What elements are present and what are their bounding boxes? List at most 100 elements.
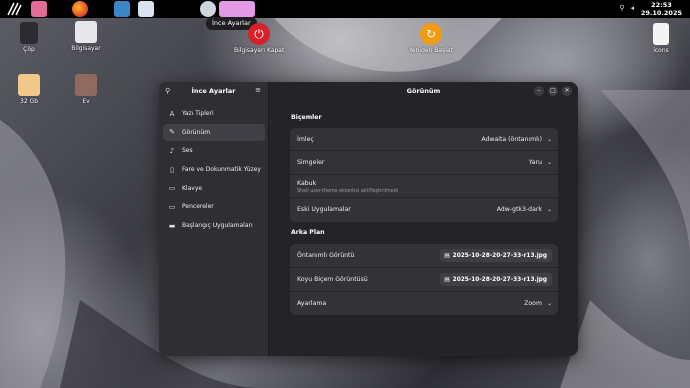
legacy-apps-dropdown[interactable]: Adw-gtk3-dark <box>497 206 542 213</box>
shell-row: Kabuk Shell user-theme eklentisi aktifle… <box>290 175 558 198</box>
system-tray[interactable]: ⚲ ◂ <box>619 4 634 12</box>
sidebar-item-label: Fare ve Dokunmatik Yüzey <box>182 166 261 174</box>
sidebar-item-label: Yazı Tipleri <box>182 110 214 117</box>
desktop-icon-shutdown[interactable]: ⏻ Bilgisayarı Kapat <box>234 23 284 54</box>
sidebar-item-windows[interactable]: ▭ Pencereler <box>163 198 265 215</box>
adjustment-row[interactable]: Ayarlama Zoom ⌄ <box>290 292 558 315</box>
trash-icon <box>20 22 38 44</box>
image-file-icon: ▤ <box>444 276 450 283</box>
tweaks-app-icon[interactable] <box>219 1 255 17</box>
clock[interactable]: 22:53 29.10.2025 <box>641 1 682 17</box>
image-file-icon: ▤ <box>444 252 450 259</box>
close-button[interactable]: ✕ <box>562 86 572 96</box>
mouse-icon: ▯ <box>170 165 174 174</box>
section-title-styles: Biçemler <box>291 114 322 121</box>
sidebar-item-sound[interactable]: ♪ Ses <box>163 142 265 159</box>
dark-image-row: Koyu Biçem Görüntüsü ▤ 2025-10-28-20-27-… <box>290 268 558 292</box>
page-title: Görünüm <box>406 87 441 95</box>
file-name: 2025-10-28-20-27-33-r13.jpg <box>452 276 547 283</box>
sidebar-item-appearance[interactable]: ✎ Görünüm <box>163 123 265 141</box>
sidebar-item-label: Başlangıç Uygulamaları <box>182 222 253 230</box>
clock-date: 29.10.2025 <box>640 9 682 17</box>
sidebar-item-label: Klavye <box>182 184 203 192</box>
home-folder-icon <box>75 74 97 96</box>
icons-row[interactable]: Simgeler Yaru ⌄ <box>290 151 558 175</box>
icons-dropdown[interactable]: Yaru <box>529 159 542 166</box>
row-label: Ayarlama <box>297 300 327 307</box>
maximize-button[interactable]: □ <box>548 86 558 96</box>
sidebar-item-label: Görünüm <box>182 128 211 136</box>
desktop-icon-label: Bilgisayarı Kapat <box>234 47 285 54</box>
desktop-icon-label: 32 Gb <box>20 98 38 105</box>
desktop-icon-label: Ev <box>82 98 90 105</box>
row-label: İmleç <box>297 136 314 143</box>
monitor-icon: ▭ <box>168 202 176 211</box>
row-subtitle: Shell user-theme eklentisi aktifleştiril… <box>297 189 399 194</box>
styles-group: İmleç Adwaita (öntanımlı) ⌄ Simgeler Yar… <box>290 128 558 222</box>
row-label: Eski Uygulamalar <box>297 206 351 213</box>
brush-icon: ✎ <box>169 128 175 137</box>
music-note-icon: ♪ <box>169 146 175 155</box>
tweaks-window: ⚲ İnce Ayarlar ≡ A Yazı Tipleri ✎ Görünü… <box>159 82 578 356</box>
restart-icon: ↻ <box>420 23 442 45</box>
firefox-icon[interactable] <box>72 1 88 17</box>
sidebar-list: A Yazı Tipleri ✎ Görünüm ♪ Ses ▯ Fare ve… <box>163 105 265 236</box>
chevron-down-icon[interactable]: ⌄ <box>547 136 552 143</box>
cursor-dropdown[interactable]: Adwaita (öntanımlı) <box>481 136 542 143</box>
top-panel: ⚲ ◂ 22:53 29.10.2025 <box>0 0 690 18</box>
document-icon <box>653 23 669 45</box>
default-image-row: Öntanımlı Görüntü ▤ 2025-10-28-20-27-33-… <box>290 244 558 268</box>
files-icon[interactable] <box>114 1 130 17</box>
chevron-down-icon[interactable]: ⌄ <box>547 206 552 213</box>
desktop-icon-restart[interactable]: ↻ Yeniden Başlat <box>406 23 456 54</box>
legacy-apps-row[interactable]: Eski Uygulamalar Adw-gtk3-dark ⌄ <box>290 198 558 222</box>
section-title-background: Arka Plan <box>291 229 325 236</box>
sidebar-item-mouse[interactable]: ▯ Fare ve Dokunmatik Yüzey <box>163 161 265 178</box>
cursor-row[interactable]: İmleç Adwaita (öntanımlı) ⌄ <box>290 128 558 151</box>
desktop-icon-home[interactable]: Ev <box>66 74 106 105</box>
folder-icon: ▬ <box>168 221 176 230</box>
desktop-icon-computer[interactable]: Bilgisayar <box>66 21 106 52</box>
settings-globe-icon[interactable] <box>200 1 216 17</box>
desktop-icon-label: Yeniden Başlat <box>409 47 453 54</box>
header-bar: Görünüm – □ ✕ <box>269 82 578 100</box>
desktop-icon-drive[interactable]: 32 Gb <box>9 74 49 105</box>
sidebar-item-keyboard[interactable]: ▭ Klavye <box>163 180 265 197</box>
content-pane: Görünüm – □ ✕ Biçemler İmleç Adwaita (ön… <box>269 82 578 356</box>
row-label: Öntanımlı Görüntü <box>297 252 355 259</box>
chevron-down-icon[interactable]: ⌄ <box>547 159 552 166</box>
drive-icon <box>18 74 40 96</box>
row-label: Koyu Biçem Görüntüsü <box>297 276 368 283</box>
power-icon: ⏻ <box>248 23 270 45</box>
desktop-icon-icons[interactable]: icons <box>641 23 681 54</box>
network-icon[interactable]: ⚲ <box>619 4 624 12</box>
app-launcher-pink-icon[interactable] <box>31 1 47 17</box>
hamburger-menu-icon[interactable]: ≡ <box>255 86 261 94</box>
dark-image-file-button[interactable]: ▤ 2025-10-28-20-27-33-r13.jpg <box>440 273 552 286</box>
activities-icon[interactable] <box>6 1 22 17</box>
minimize-button[interactable]: – <box>534 86 544 96</box>
sidebar-item-label: Pencereler <box>182 203 214 211</box>
font-icon: A <box>169 109 175 118</box>
sidebar-title: İnce Ayarlar <box>191 87 236 95</box>
clock-time: 22:53 <box>651 1 672 9</box>
sidebar-header: ⚲ İnce Ayarlar ≡ <box>159 82 268 100</box>
desktop-icon-label: Çöp <box>23 46 35 53</box>
chevron-down-icon[interactable]: ⌄ <box>547 300 552 307</box>
background-group: Öntanımlı Görüntü ▤ 2025-10-28-20-27-33-… <box>290 244 558 315</box>
computer-icon <box>75 21 97 43</box>
software-icon[interactable] <box>138 1 154 17</box>
sidebar: ⚲ İnce Ayarlar ≡ A Yazı Tipleri ✎ Görünü… <box>159 82 269 356</box>
adjustment-dropdown[interactable]: Zoom <box>524 300 542 307</box>
sidebar-item-label: Ses <box>182 147 193 155</box>
row-label: Kabuk <box>297 180 317 187</box>
keyboard-icon: ▭ <box>168 184 176 193</box>
file-name: 2025-10-28-20-27-33-r13.jpg <box>452 252 547 259</box>
desktop-icon-trash[interactable]: Çöp <box>9 22 49 53</box>
desktop-icon-label: icons <box>653 47 669 54</box>
default-image-file-button[interactable]: ▤ 2025-10-28-20-27-33-r13.jpg <box>440 249 552 262</box>
row-label: Simgeler <box>297 159 325 166</box>
sidebar-item-startup[interactable]: ▬ Başlangıç Uygulamaları <box>163 217 265 234</box>
volume-icon[interactable]: ◂ <box>630 4 634 12</box>
sidebar-item-fonts[interactable]: A Yazı Tipleri <box>163 105 265 122</box>
